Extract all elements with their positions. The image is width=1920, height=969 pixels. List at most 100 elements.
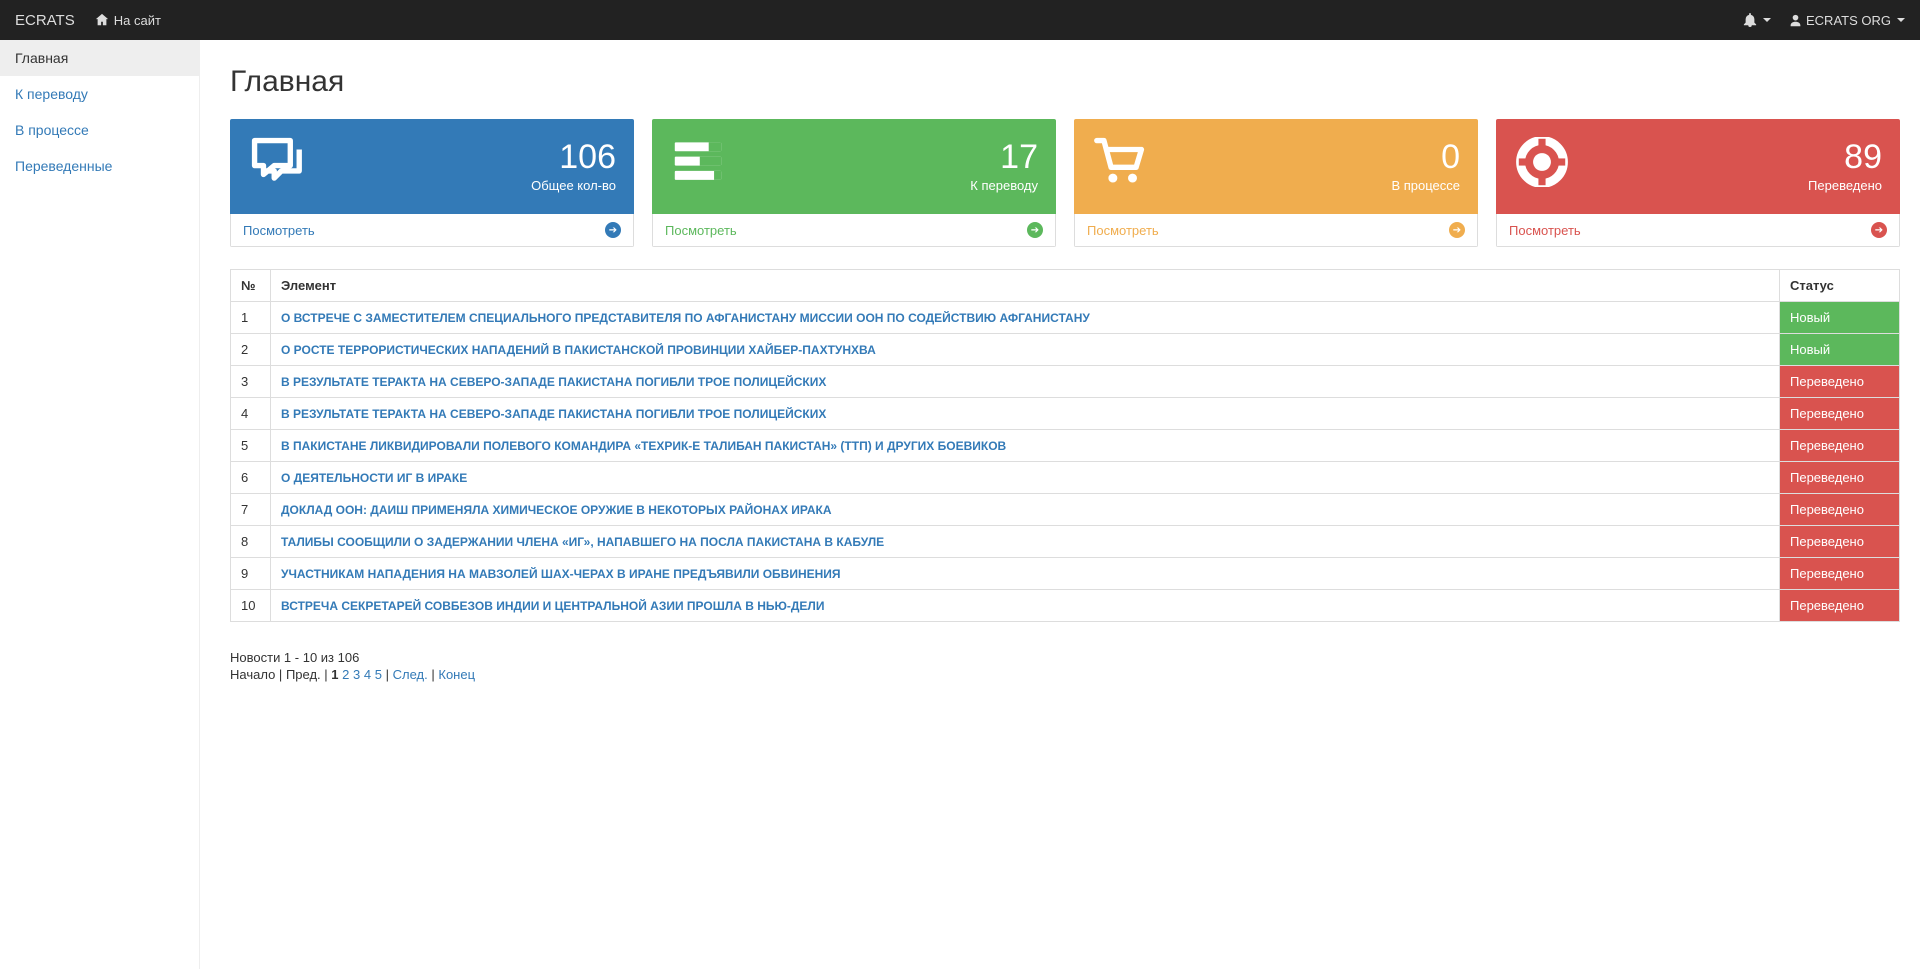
cart-icon: [1092, 137, 1148, 196]
user-icon: [1789, 14, 1802, 27]
pager-page[interactable]: 4: [364, 667, 371, 682]
caret-down-icon: [1763, 18, 1771, 22]
stat-card-green: 17 К переводу Посмотреть ➔: [652, 119, 1056, 247]
pager-prev: Пред.: [286, 667, 321, 682]
pager-info: Новости 1 - 10 из 106: [230, 650, 1900, 665]
stat-value: 106: [531, 140, 616, 174]
stat-label: К переводу: [970, 178, 1038, 193]
status-badge: Переведено: [1780, 430, 1900, 462]
status-badge: Переведено: [1780, 366, 1900, 398]
stat-card-orange: 0 В процессе Посмотреть ➔: [1074, 119, 1478, 247]
status-badge: Переведено: [1780, 494, 1900, 526]
row-num: 3: [231, 366, 271, 398]
table-row: 3 В РЕЗУЛЬТАТЕ ТЕРАКТА НА СЕВЕРО-ЗАПАДЕ П…: [231, 366, 1900, 398]
row-num: 8: [231, 526, 271, 558]
table-row: 5В ПАКИСТАНЕ ЛИКВИДИРОВАЛИ ПОЛЕВОГО КОМА…: [231, 430, 1900, 462]
stat-view-label: Посмотреть: [665, 223, 737, 238]
tasks-icon: [670, 137, 726, 196]
items-table: № Элемент Статус 1 О ВСТРЕЧЕ С ЗАМЕСТИТЕЛ…: [230, 269, 1900, 622]
row-num: 7: [231, 494, 271, 526]
table-row: 7 ДОКЛАД ООН: ДАИШ ПРИМЕНЯЛА ХИМИЧЕСКОЕ О…: [231, 494, 1900, 526]
sidebar-item-0[interactable]: Главная: [0, 40, 199, 76]
stat-value: 17: [970, 140, 1038, 174]
stat-card-red: 89 Переведено Посмотреть ➔: [1496, 119, 1900, 247]
notifications-menu[interactable]: [1743, 13, 1771, 27]
col-item: Элемент: [271, 270, 1780, 302]
to-site-link[interactable]: На сайт: [95, 13, 161, 28]
table-row: 9 УЧАСТНИКАМ НАПАДЕНИЯ НА МАВЗОЛЕЙ ШАХ-ЧЕ…: [231, 558, 1900, 590]
status-badge: Переведено: [1780, 526, 1900, 558]
main-content: Главная 106Общее кол-воПосмотреть➔17К пе…: [200, 40, 1920, 969]
item-link[interactable]: УЧАСТНИКАМ НАПАДЕНИЯ НА МАВЗОЛЕЙ ШАХ-ЧЕР…: [281, 567, 841, 581]
status-badge: Новый: [1780, 334, 1900, 366]
top-navbar: ECRATS На сайт ECRATS ORG: [0, 0, 1920, 40]
stat-label: Переведено: [1808, 178, 1882, 193]
arrow-right-icon: ➔: [1871, 222, 1887, 238]
row-num: 9: [231, 558, 271, 590]
table-row: 8 ТАЛИБЫ СООБЩИЛИ О ЗАДЕРЖАНИИ ЧЛЕНА «ИГ»…: [231, 526, 1900, 558]
table-row: 2 О РОСТЕ ТЕРРОРИСТИЧЕСКИХ НАПАДЕНИЙ В ПА…: [231, 334, 1900, 366]
row-num: 6: [231, 462, 271, 494]
sidebar-item-2[interactable]: В процессе: [0, 112, 199, 148]
row-num: 2: [231, 334, 271, 366]
stat-view-link[interactable]: Посмотреть ➔: [1074, 214, 1478, 247]
item-link[interactable]: В ПАКИСТАНЕ ЛИКВИДИРОВАЛИ ПОЛЕВОГО КОМАН…: [281, 439, 1006, 453]
row-num: 4: [231, 398, 271, 430]
col-num: №: [231, 270, 271, 302]
pager-end[interactable]: Конец: [438, 667, 475, 682]
col-status: Статус: [1780, 270, 1900, 302]
pager-begin: Начало: [230, 667, 275, 682]
row-num: 1: [231, 302, 271, 334]
arrow-right-icon: ➔: [1449, 222, 1465, 238]
sidebar-item-3[interactable]: Переведенные: [0, 148, 199, 184]
stat-label: В процессе: [1391, 178, 1460, 193]
stat-value: 89: [1808, 140, 1882, 174]
item-link[interactable]: ВСТРЕЧА СЕКРЕТАРЕЙ СОВБЕЗОВ ИНДИИ И ЦЕНТ…: [281, 599, 824, 613]
pager-page[interactable]: 2: [342, 667, 349, 682]
item-link[interactable]: В РЕЗУЛЬТАТЕ ТЕРАКТА НА СЕВЕРО-ЗАПАДЕ ПА…: [281, 375, 826, 389]
item-link[interactable]: В РЕЗУЛЬТАТЕ ТЕРАКТА НА СЕВЕРО-ЗАПАДЕ ПА…: [281, 407, 826, 421]
row-num: 10: [231, 590, 271, 622]
arrow-right-icon: ➔: [1027, 222, 1043, 238]
stat-view-label: Посмотреть: [1509, 223, 1581, 238]
pager-next[interactable]: След.: [393, 667, 428, 682]
item-link[interactable]: О ВСТРЕЧЕ С ЗАМЕСТИТЕЛЕМ СПЕЦИАЛЬНОГО ПР…: [281, 311, 1090, 325]
status-badge: Новый: [1780, 302, 1900, 334]
stat-label: Общее кол-во: [531, 178, 616, 193]
item-link[interactable]: ТАЛИБЫ СООБЩИЛИ О ЗАДЕРЖАНИИ ЧЛЕНА «ИГ»,…: [281, 535, 884, 549]
user-menu[interactable]: ECRATS ORG: [1789, 13, 1905, 28]
bell-icon: [1743, 13, 1757, 27]
status-badge: Переведено: [1780, 558, 1900, 590]
stat-view-link[interactable]: Посмотреть ➔: [652, 214, 1056, 247]
user-label: ECRATS ORG: [1806, 13, 1891, 28]
stat-view-link[interactable]: Посмотреть ➔: [230, 214, 634, 247]
table-row: 4 В РЕЗУЛЬТАТЕ ТЕРАКТА НА СЕВЕРО-ЗАПАДЕ П…: [231, 398, 1900, 430]
support-icon: [1514, 137, 1570, 196]
comments-icon: [248, 137, 304, 196]
dashboard-cards: 106 Общее кол-во Посмотреть ➔ 17 К переводу По…: [230, 119, 1900, 247]
status-badge: Переведено: [1780, 590, 1900, 622]
home-icon: [95, 13, 109, 27]
table-row: 1 О ВСТРЕЧЕ С ЗАМЕСТИТЕЛЕМ СПЕЦИАЛЬНОГО П…: [231, 302, 1900, 334]
status-badge: Переведено: [1780, 462, 1900, 494]
to-site-label: На сайт: [114, 13, 161, 28]
item-link[interactable]: ДОКЛАД ООН: ДАИШ ПРИМЕНЯЛА ХИМИЧЕСКОЕ ОР…: [281, 503, 832, 517]
stat-view-label: Посмотреть: [243, 223, 315, 238]
stat-view-link[interactable]: Посмотреть ➔: [1496, 214, 1900, 247]
caret-down-icon: [1897, 18, 1905, 22]
item-link[interactable]: О ДЕЯТЕЛЬНОСТИ ИГ В ИРАКЕ: [281, 471, 467, 485]
table-row: 10 ВСТРЕЧА СЕКРЕТАРЕЙ СОВБЕЗОВ ИНДИИ И ЦЕ…: [231, 590, 1900, 622]
arrow-right-icon: ➔: [605, 222, 621, 238]
sidebar: ГлавнаяК переводуВ процессеПереведенные: [0, 40, 200, 969]
page-title: Главная: [230, 65, 1900, 99]
status-badge: Переведено: [1780, 398, 1900, 430]
item-link[interactable]: О РОСТЕ ТЕРРОРИСТИЧЕСКИХ НАПАДЕНИЙ В ПАК…: [281, 343, 876, 357]
sidebar-item-1[interactable]: К переводу: [0, 76, 199, 112]
pager-page[interactable]: 5: [375, 667, 382, 682]
pager-page[interactable]: 3: [353, 667, 360, 682]
pager-links: Начало | Пред. | 1 2 3 4 5 | След. | Кон…: [230, 667, 1900, 682]
brand-link[interactable]: ECRATS: [15, 12, 75, 29]
pager-page-current: 1: [331, 667, 338, 682]
stat-view-label: Посмотреть: [1087, 223, 1159, 238]
stat-value: 0: [1391, 140, 1460, 174]
